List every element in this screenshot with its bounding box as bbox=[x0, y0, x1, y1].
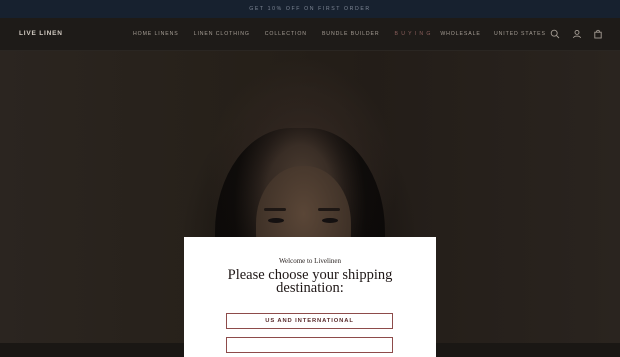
hero-figure-eye bbox=[268, 218, 284, 223]
search-icon[interactable] bbox=[550, 29, 560, 39]
hero-figure-brow bbox=[318, 208, 340, 211]
account-icon[interactable] bbox=[572, 29, 582, 39]
us-international-button[interactable]: US AND INTERNATIONAL bbox=[226, 313, 393, 329]
cart-icon[interactable] bbox=[593, 29, 603, 39]
modal-welcome-text: Welcome to Livelinen bbox=[278, 257, 342, 265]
main-nav: HOME LINENS LINEN CLOTHING COLLECTION BU… bbox=[133, 31, 496, 37]
nav-item-linen-clothing[interactable]: LINEN CLOTHING bbox=[194, 31, 250, 37]
site-header: LIVE LINEN HOME LINENS LINEN CLOTHING CO… bbox=[0, 18, 620, 51]
announcement-bar: GET 10% OFF ON FIRST ORDER bbox=[0, 0, 620, 18]
secondary-destination-button[interactable] bbox=[226, 337, 393, 353]
us-international-button-label: US AND INTERNATIONAL bbox=[265, 318, 354, 324]
hero-figure-eye bbox=[322, 218, 338, 223]
nav-item-buying[interactable]: B U Y I N G bbox=[395, 31, 432, 37]
hero-figure-brow bbox=[264, 208, 286, 211]
nav-item-bundle-builder[interactable]: BUNDLE BUILDER bbox=[322, 31, 380, 37]
country-selector[interactable]: UNITED STATES bbox=[494, 31, 546, 37]
shipping-destination-modal: Welcome to Livelinen Please choose your … bbox=[184, 237, 436, 357]
modal-heading-line: destination: bbox=[276, 280, 344, 296]
nav-item-home-linens[interactable]: HOME LINENS bbox=[133, 31, 179, 37]
nav-item-wholesale[interactable]: WHOLESALE bbox=[440, 31, 480, 37]
nav-item-collection[interactable]: COLLECTION bbox=[265, 31, 307, 37]
modal-heading: Please choose your shipping destination: bbox=[184, 268, 436, 296]
announcement-text: GET 10% OFF ON FIRST ORDER bbox=[249, 6, 371, 12]
site-logo[interactable]: LIVE LINEN bbox=[19, 30, 63, 37]
